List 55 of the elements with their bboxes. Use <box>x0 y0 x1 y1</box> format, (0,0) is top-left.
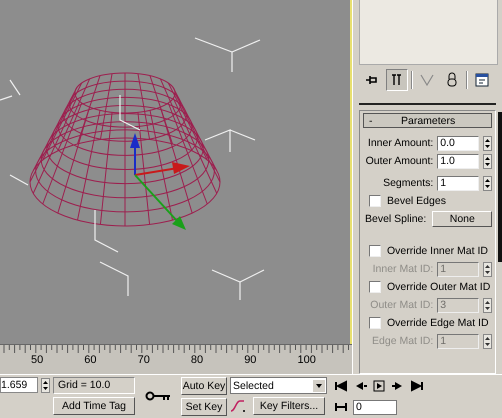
checkbox[interactable] <box>369 245 381 257</box>
checkbox-label: Bevel Edges <box>387 195 446 207</box>
tick-label: 60 <box>84 354 98 368</box>
field-label: Inner Amount: <box>368 137 434 149</box>
field-label: Outer Amount: <box>366 155 434 167</box>
tick-label: 80 <box>190 354 204 368</box>
collapse-toggle[interactable]: - <box>364 114 383 126</box>
checkbox[interactable] <box>369 281 381 293</box>
key-icon <box>145 390 171 402</box>
number-field[interactable]: 1 <box>437 176 480 190</box>
checkbox-label: Override Outer Mat ID <box>387 281 490 293</box>
grid-readout: Grid = 10.0 <box>53 377 135 394</box>
spinner-arrows-icon[interactable] <box>483 154 492 168</box>
play-icon[interactable] <box>372 379 386 393</box>
field-label: Edge Mat ID: <box>372 335 434 347</box>
field-label: Bevel Spline: <box>364 213 426 225</box>
rollout-header[interactable]: - Parameters <box>363 113 492 128</box>
panel-config-icon <box>474 72 490 88</box>
tick-label: 90 <box>244 354 258 368</box>
spinner-arrows-icon[interactable] <box>483 136 492 150</box>
tick-label: 50 <box>31 354 44 368</box>
go-to-start-icon[interactable] <box>334 379 348 393</box>
key-mode-dropdown[interactable]: Selected <box>230 377 327 394</box>
scrollbar-thumb[interactable] <box>498 112 502 262</box>
rollout-title: Parameters <box>400 114 456 126</box>
funnel-icon <box>419 72 435 88</box>
spinner-arrows-icon[interactable] <box>483 262 492 276</box>
key-filters-button[interactable]: Key Filters... <box>253 397 325 415</box>
number-field[interactable]: 1.0 <box>437 154 480 168</box>
checkbox[interactable] <box>369 317 381 329</box>
checkbox[interactable] <box>369 195 381 207</box>
transform-gizmo-drawing[interactable] <box>130 133 190 230</box>
checkbox-label: Override Inner Mat ID <box>387 245 488 257</box>
stack-button[interactable] <box>386 69 408 91</box>
field-label: Segments: <box>383 177 434 189</box>
current-frame-field[interactable]: 0 <box>353 400 397 414</box>
number-field[interactable]: 0.0 <box>437 136 480 150</box>
go-to-end-icon[interactable] <box>410 379 424 393</box>
curve-icon <box>230 399 246 413</box>
set-key-button[interactable]: Set Key <box>181 398 227 416</box>
timeline-ruler[interactable]: 50 60 70 80 90 100 <box>0 344 352 374</box>
spinner-arrows-icon[interactable] <box>483 176 492 190</box>
key-mode-toggle-icon[interactable] <box>334 400 348 414</box>
tick-label: 70 <box>138 354 151 368</box>
spinner-arrows-icon[interactable] <box>41 378 50 392</box>
field-label: Outer Mat ID: <box>370 299 434 311</box>
coordinate-field[interactable]: 1.659 <box>0 377 38 393</box>
spinner-arrows-icon[interactable] <box>483 334 492 348</box>
pick-button[interactable]: None <box>432 211 492 227</box>
field-label: Inner Mat ID: <box>372 263 434 275</box>
spinner-arrows-icon[interactable] <box>483 298 492 312</box>
checkbox-label: Override Edge Mat ID <box>387 317 489 329</box>
tick-label: 100 <box>297 354 317 368</box>
auto-key-button[interactable]: Auto Key <box>181 377 227 395</box>
add-time-tag-button[interactable]: Add Time Tag <box>53 397 135 415</box>
